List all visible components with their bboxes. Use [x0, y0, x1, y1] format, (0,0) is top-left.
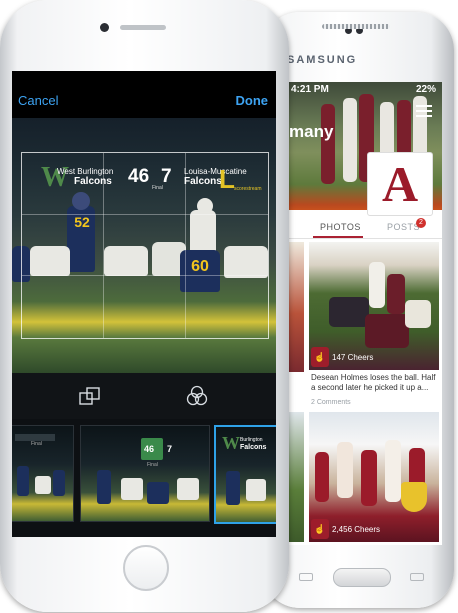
brand-watermark: scorestream [234, 186, 262, 192]
home-button[interactable] [123, 545, 169, 591]
tab-photos[interactable]: PHOTOS [320, 222, 361, 232]
active-tab-indicator [313, 236, 363, 238]
front-camera [100, 23, 109, 32]
thumbnail-status: Final [31, 441, 42, 447]
editor-toolbar [12, 373, 276, 419]
status-bar: 4:21 PM 22% [287, 82, 442, 98]
game-status: Final [152, 185, 163, 191]
photo-post[interactable]: ☝ 147 Cheers [309, 242, 439, 370]
home-team: Falcons [74, 176, 112, 187]
filter-thumbnail[interactable]: Final [12, 425, 74, 522]
iphone: Cancel Done 52 60 W West Burlington Falc… [0, 0, 289, 612]
comment-count[interactable]: 2 Comments [311, 399, 351, 406]
post-caption: Desean Holmes loses the ball. Half a sec… [311, 373, 436, 392]
earpiece-speaker [120, 25, 166, 30]
home-city: West Burlington [57, 167, 114, 176]
cheer-count: 2,456 Cheers [332, 524, 381, 534]
thumbnail-city: Burlington [240, 437, 263, 443]
cheers-chip[interactable]: ☝ 2,456 Cheers [311, 518, 380, 540]
photo-post[interactable]: ☝ 2,456 Cheers [309, 412, 439, 542]
thumbnail-team: Falcons [240, 444, 267, 451]
thumbnail-logo: W [222, 433, 240, 453]
foam-finger-icon: ☝ [311, 347, 329, 367]
filter-thumbnail-strip: Final 46 7 Final W Burlington Falcons [12, 419, 276, 537]
done-button[interactable]: Done [236, 93, 269, 108]
away-team: Falcons [184, 176, 222, 187]
earpiece-speaker [322, 24, 390, 29]
thumbnail-score: 7 [167, 444, 173, 454]
side-photo-peek[interactable] [287, 412, 304, 542]
photo-editor-screen: Cancel Done 52 60 W West Burlington Falc… [12, 71, 276, 537]
home-button[interactable] [333, 568, 391, 587]
cheer-count: 147 Cheers [332, 352, 374, 362]
filters-icon[interactable] [186, 385, 208, 407]
filter-thumbnail-selected[interactable]: W Burlington Falcons [214, 425, 276, 524]
crop-icon[interactable] [79, 387, 101, 405]
thumbnail-score: 46 [144, 444, 155, 454]
cheers-chip[interactable]: ☝ 147 Cheers [311, 346, 373, 368]
recent-apps-key[interactable] [299, 573, 313, 581]
score-sticker[interactable]: W West Burlington Falcons 46 7 Final Lou… [41, 163, 267, 194]
phone-brand: SAMSUNG [287, 54, 358, 66]
team-app-screen: 4:21 PM 22% many A PHOTOS POSTS 2 ☝ 147 … [287, 82, 442, 545]
filter-thumbnail[interactable]: 46 7 Final [80, 425, 210, 522]
foam-finger-icon: ☝ [311, 519, 329, 539]
photo-canvas[interactable]: 52 60 W West Burlington Falcons 46 7 Fin… [12, 118, 276, 373]
thumbnail-status: Final [147, 462, 158, 468]
cancel-button[interactable]: Cancel [18, 93, 58, 108]
status-time: 4:21 PM [291, 84, 329, 95]
posts-badge: 2 [416, 218, 426, 228]
team-logo: A [367, 152, 433, 216]
home-score: 46 [128, 166, 150, 187]
back-key[interactable] [410, 573, 424, 581]
menu-icon[interactable] [416, 105, 432, 120]
side-photo-peek[interactable] [287, 242, 304, 372]
battery-percent: 22% [415, 84, 436, 95]
page-title: many [289, 122, 334, 141]
